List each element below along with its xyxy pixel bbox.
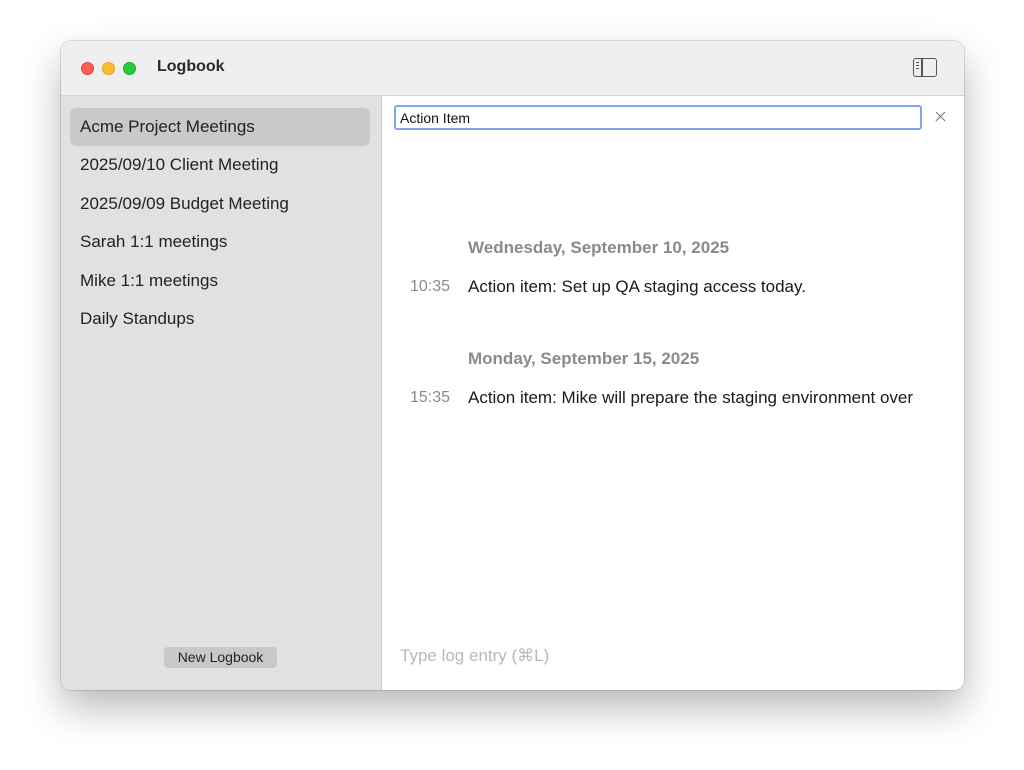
minimize-window-button[interactable] [102, 62, 115, 75]
sidebar-item-mike-meetings[interactable]: Mike 1:1 meetings [70, 262, 370, 300]
date-heading: Wednesday, September 10, 2025 [468, 238, 730, 257]
sidebar: Acme Project Meetings 2025/09/10 Client … [61, 96, 382, 690]
date-heading: Monday, September 15, 2025 [468, 349, 700, 368]
search-input[interactable] [394, 105, 922, 130]
log-entry-input[interactable] [398, 644, 942, 668]
sidebar-item-client-meeting[interactable]: 2025/09/10 Client Meeting [70, 146, 370, 184]
window-title: Logbook [157, 58, 225, 75]
sidebar-toggle-icon[interactable] [913, 58, 937, 77]
entry-text[interactable]: Action item: Set up QA staging access to… [468, 277, 964, 297]
sidebar-item-acme-project-meetings[interactable]: Acme Project Meetings [70, 108, 370, 146]
zoom-window-button[interactable] [123, 62, 136, 75]
new-logbook-button[interactable]: New Logbook [164, 647, 277, 668]
sidebar-item-budget-meeting[interactable]: 2025/09/09 Budget Meeting [70, 185, 370, 223]
close-window-button[interactable] [81, 62, 94, 75]
sidebar-item-sarah-meetings[interactable]: Sarah 1:1 meetings [70, 223, 370, 261]
entry-time: 10:35 [410, 278, 451, 295]
title-bar: Logbook [61, 41, 964, 96]
entry-time: 15:35 [410, 389, 451, 406]
entry-text[interactable]: Action item: Mike will prepare the stagi… [468, 388, 964, 408]
logbook-window: Logbook Acme Project Meetings 2025/09/10… [61, 41, 964, 690]
log-pane: Wednesday, September 10, 2025 10:35 Acti… [382, 96, 964, 690]
clear-search-icon[interactable] [932, 108, 950, 126]
sidebar-item-daily-standups[interactable]: Daily Standups [70, 300, 370, 338]
